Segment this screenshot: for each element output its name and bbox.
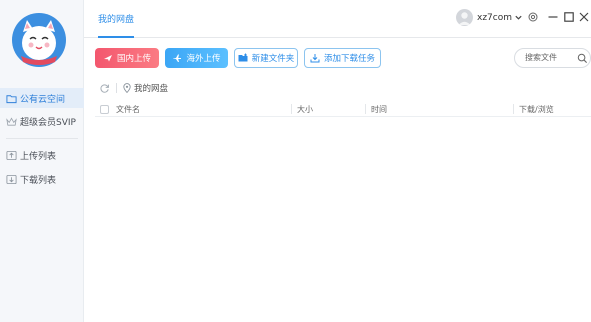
download-list-icon: [6, 174, 17, 184]
maximize-icon[interactable]: [563, 11, 575, 23]
cloud-folder-icon: [6, 94, 17, 103]
download-icon: [310, 54, 320, 63]
sidebar-item-download-list[interactable]: 下载列表: [0, 169, 84, 189]
select-all-checkbox[interactable]: [100, 105, 109, 114]
avatar: [456, 9, 473, 26]
sidebar-item-upload-list[interactable]: 上传列表: [0, 145, 84, 165]
upload-domestic-label: 国内上传: [116, 54, 151, 64]
column-divider: [513, 104, 514, 114]
column-header-time[interactable]: 时间: [371, 104, 387, 115]
tab-active-indicator: [98, 36, 134, 38]
upload-overseas-label: 海外上传: [186, 54, 221, 64]
breadcrumb-current[interactable]: 我的网盘: [134, 82, 168, 94]
sidebar-divider: [6, 138, 78, 139]
user-menu[interactable]: xz7com: [456, 9, 523, 26]
sidebar-item-label: 超级会员SVIP: [20, 117, 76, 128]
sidebar-item-label: 下载列表: [20, 175, 57, 186]
username: xz7com: [477, 12, 512, 23]
app-logo: [12, 13, 66, 67]
sidebar-item-public-cloud[interactable]: 公有云空间: [0, 88, 84, 108]
sidebar-item-svip[interactable]: 超级会员SVIP: [0, 111, 84, 131]
top-bar: 我的网盘 xz7com: [84, 0, 591, 38]
search-input[interactable]: [525, 53, 571, 62]
sidebar-item-label: 上传列表: [20, 151, 57, 162]
upload-domestic-button[interactable]: 国内上传: [95, 48, 159, 68]
column-header-download-browse[interactable]: 下载/浏览: [519, 104, 554, 115]
search-icon[interactable]: [577, 53, 588, 64]
upload-list-icon: [6, 150, 17, 160]
close-icon[interactable]: [578, 11, 590, 23]
add-download-label: 添加下载任务: [323, 54, 375, 64]
airplane-icon: [173, 54, 182, 62]
column-header-filename[interactable]: 文件名: [116, 104, 140, 115]
search-box[interactable]: [514, 48, 591, 68]
paper-plane-icon: [103, 55, 112, 62]
column-divider: [291, 104, 292, 114]
crown-icon: [6, 116, 17, 126]
tab-my-disk[interactable]: 我的网盘: [98, 12, 134, 25]
settings-icon[interactable]: [527, 11, 539, 23]
file-table-header: 文件名 大小 时间 下载/浏览: [95, 101, 591, 117]
sidebar: 公有云空间 超级会员SVIP 上传列表 下载列表: [0, 0, 84, 322]
upload-overseas-button[interactable]: 海外上传: [165, 48, 228, 68]
sidebar-item-label: 公有云空间: [20, 94, 66, 105]
column-header-size[interactable]: 大小: [297, 104, 313, 115]
new-folder-button[interactable]: 新建文件夹: [234, 48, 298, 68]
add-download-button[interactable]: 添加下载任务: [304, 48, 381, 68]
breadcrumb-divider: [116, 83, 117, 93]
chevron-down-icon[interactable]: [514, 13, 523, 22]
refresh-icon[interactable]: [99, 83, 110, 94]
breadcrumb: 我的网盘: [95, 80, 591, 96]
new-folder-label: 新建文件夹: [251, 54, 295, 64]
minimize-icon[interactable]: [547, 11, 559, 23]
new-folder-icon: [238, 53, 248, 62]
column-divider: [365, 104, 366, 114]
location-pin-icon: [123, 83, 131, 93]
